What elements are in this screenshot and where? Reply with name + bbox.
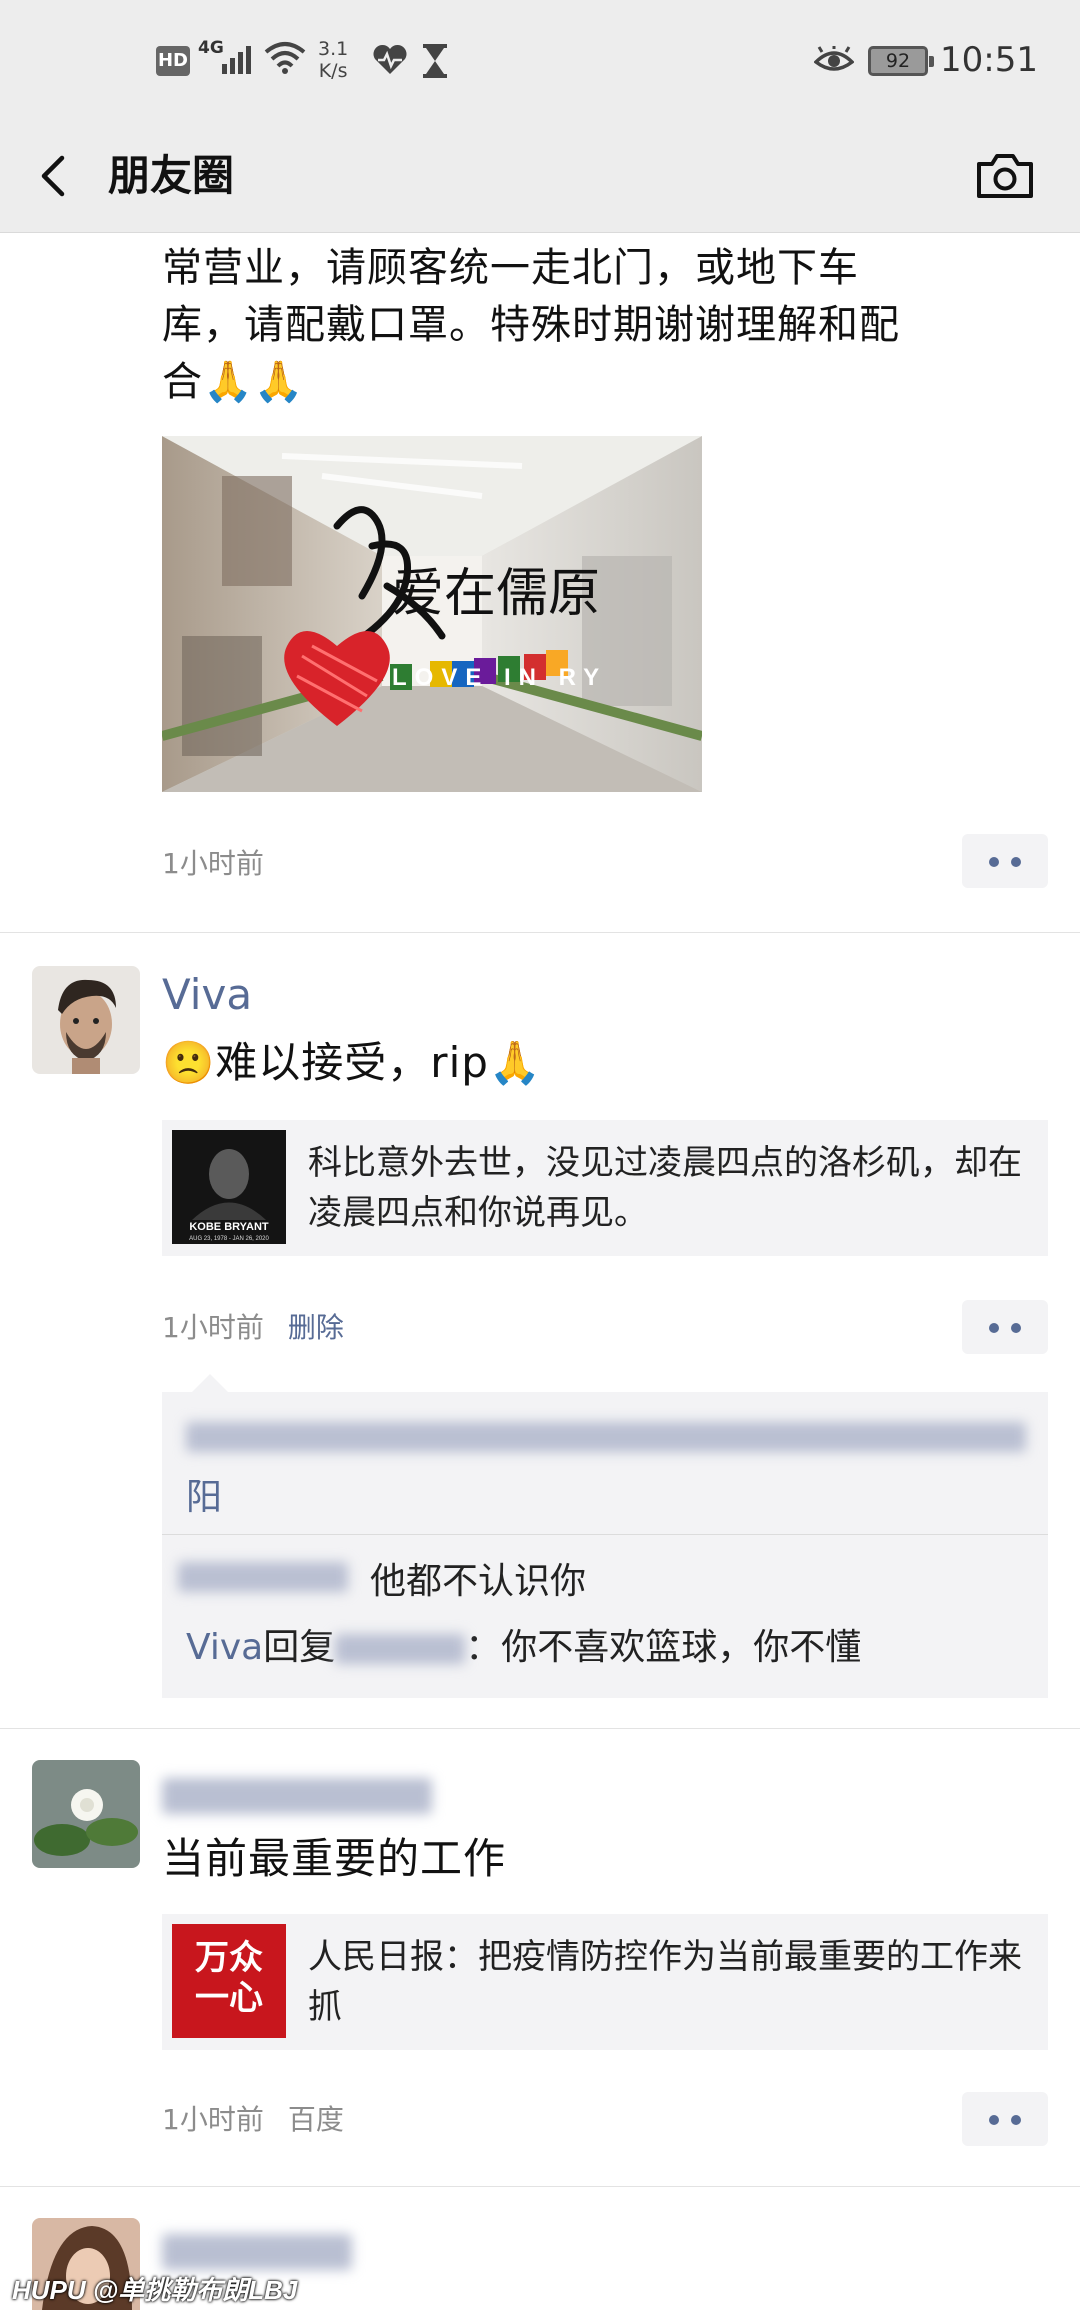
more-actions-button[interactable] [962,834,1048,888]
more-actions-button[interactable] [962,1300,1048,1354]
dot-icon [1011,1323,1021,1333]
dot-icon [1011,2115,1021,2125]
watermark: HUPU @单挑勒布朗LBJ [12,2275,298,2305]
image-tag: LOVE IN RY [392,664,607,691]
dot-icon [989,857,999,867]
post-time: 1小时前 [162,847,264,880]
chevron-left-icon[interactable] [34,144,74,208]
dot-icon [989,1323,999,1333]
post-time-row: 1小时前 删除 [162,1306,344,1346]
nickname[interactable]: Viva [162,970,252,1019]
link-thumbnail: 万众一心 [172,1924,286,2038]
hourglass-icon [423,44,447,78]
camera-icon[interactable] [974,144,1036,208]
comment-text: 他都不认识你 [370,1561,587,1602]
post-text: 当前最重要的工作 [162,1834,507,1883]
comment-row[interactable]: 他都不认识你 [178,1552,1038,1602]
moments-feed[interactable]: 常营业，请顾客统一走北门，或地下车 库，请配戴口罩。特殊时期谢谢理解和配 合🙏🙏… [0,0,1080,2310]
comments-arrow [192,1374,228,1392]
post-text: 🙁难以接受，rip🙏 [162,1038,543,1087]
store-corridor-image: 爱在儒原 LOVE IN RY [162,436,702,792]
network-type: 4G [198,38,224,58]
nickname-redacted[interactable] [162,1778,432,1814]
clock: 10:51 [940,40,1038,80]
likes-tail[interactable]: 阳 [186,1468,222,1520]
health-heart-icon [373,44,407,74]
more-actions-button[interactable] [962,2092,1048,2146]
battery-indicator: 92 [868,46,934,76]
comments-box: 阳 他都不认识你 Viva回复 ：你不喜欢篮球，你不懂 [162,1374,1048,1698]
delete-link[interactable]: 删除 [288,1311,344,1344]
avatar[interactable] [32,1760,140,1868]
speed-unit: K/s [318,60,348,82]
post-text-line: 常营业，请顾客统一走北门，或地下车 [162,245,859,291]
comments-divider [162,1534,1048,1535]
post-divider [0,2186,1080,2187]
post-text-line: 合🙏🙏 [162,359,305,405]
link-title: 科比意外去世，没见过凌晨四点的洛杉矶，却在凌晨四点和你说再见。 [308,1143,1022,1233]
signal-icon [222,46,251,74]
comment-author[interactable]: Viva [186,1627,263,1668]
comment-text: ：你不喜欢篮球，你不懂 [465,1627,862,1668]
dot-icon [1011,857,1021,867]
post-time: 1小时前 [162,2103,264,2136]
shared-link-card[interactable]: KOBE BRYANT AUG 23, 1978 - JAN 26, 2020 … [162,1120,1048,1256]
post-image[interactable]: 爱在儒原 LOVE IN RY [162,436,702,792]
hd-badge: HD [156,46,190,76]
post-divider [0,932,1080,933]
thumb-dates: AUG 23, 1978 - JAN 26, 2020 [189,1236,269,1242]
network-speed: 3.1 K/s [318,38,348,82]
likes-names-redacted [186,1416,1026,1460]
status-bar: HD 4G 3.1 K/s 92 10:51 [0,0,1080,120]
speed-value: 3.1 [318,38,349,60]
image-calligraphy: 爱在儒原 [392,564,600,624]
page-title: 朋友圈 [108,151,235,200]
link-thumbnail: KOBE BRYANT AUG 23, 1978 - JAN 26, 2020 [172,1130,286,1244]
post-source[interactable]: 百度 [288,2103,344,2136]
comment-author-redacted [178,1562,348,1592]
reply-target-redacted [335,1634,466,1664]
comment-row[interactable]: Viva回复 ：你不喜欢篮球，你不懂 [186,1618,1046,1668]
post-text: 常营业，请顾客统一走北门，或地下车 库，请配戴口罩。特殊时期谢谢理解和配 合🙏🙏 [162,240,900,411]
shared-link-card[interactable]: 万众一心 人民日报：把疫情防控作为当前最重要的工作来抓 [162,1914,1048,2050]
reply-word: 回复 [263,1627,336,1668]
link-title: 人民日报：把疫情防控作为当前最重要的工作来抓 [308,1937,1022,2027]
nav-bar: 朋友圈 [0,120,1080,233]
wifi-icon [264,42,306,74]
post-text-line: 库，请配戴口罩。特殊时期谢谢理解和配 [162,302,900,348]
dot-icon [989,2115,999,2125]
post-divider [0,1728,1080,1729]
post-time: 1小时前 [162,1311,264,1344]
thumb-text: 万众一心 [195,1938,263,2018]
post-time-row: 1小时前 百度 [162,2098,344,2138]
nickname-redacted[interactable] [162,2234,352,2270]
thumb-caption: KOBE BRYANT [189,1221,269,1233]
avatar[interactable] [32,966,140,1074]
eye-comfort-icon [814,46,854,71]
